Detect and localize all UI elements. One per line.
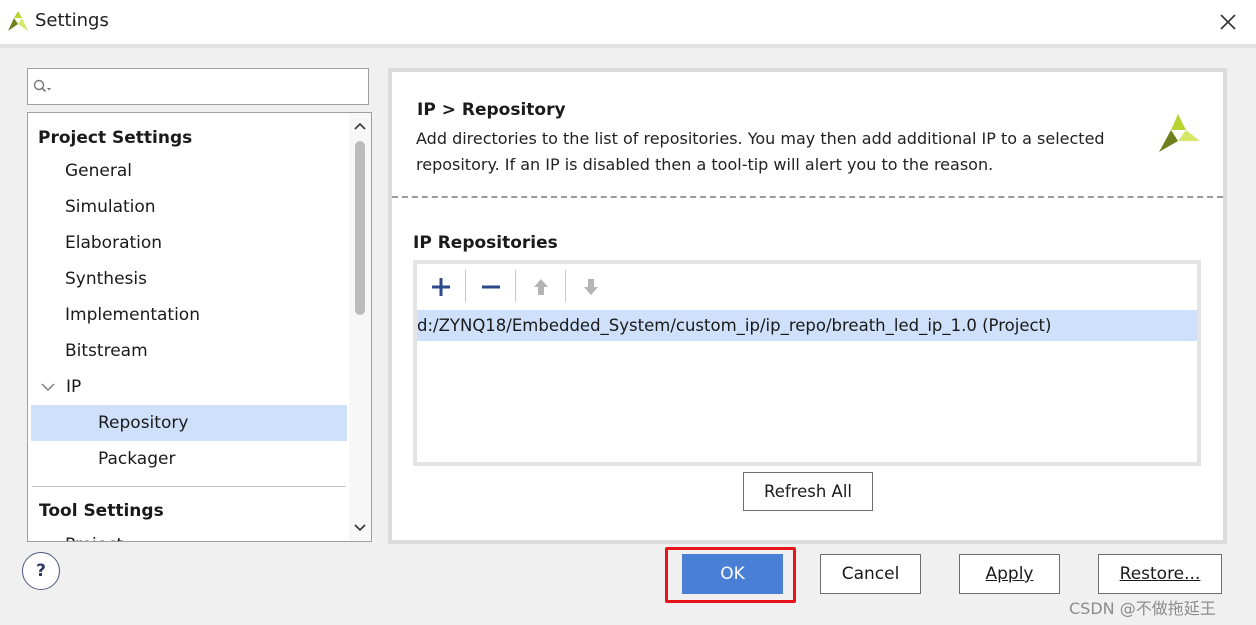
csdn-watermark: CSDN @不做拖延王 (1069, 599, 1216, 618)
vivado-logo-icon (1156, 110, 1202, 160)
close-icon (1220, 14, 1236, 30)
move-up-button[interactable] (524, 270, 558, 304)
apply-button[interactable]: Apply (959, 554, 1060, 594)
cancel-button[interactable]: Cancel (820, 554, 921, 594)
description-line-1: Add directories to the list of repositor… (416, 129, 1105, 148)
tree-item-implementation[interactable]: Implementation (65, 297, 371, 333)
content-panel: IP > Repository Add directories to the l… (388, 68, 1227, 544)
search-icon (33, 79, 53, 99)
add-repository-button[interactable] (424, 270, 458, 304)
page-title: IP > Repository (417, 100, 566, 120)
tree-divider (32, 486, 346, 487)
tree-scrollbar[interactable] (349, 113, 371, 541)
repo-toolbar (417, 264, 1197, 310)
description-line-2: repository. If an IP is disabled then a … (416, 155, 994, 174)
minus-icon (482, 285, 500, 289)
vivado-logo-icon (6, 10, 30, 36)
tree-item-simulation[interactable]: Simulation (65, 189, 371, 225)
help-button[interactable]: ? (22, 552, 60, 590)
toolbar-divider (465, 270, 466, 302)
tree-item-elaboration[interactable]: Elaboration (65, 225, 371, 261)
tree-header-project-settings: Project Settings (38, 128, 193, 148)
section-divider (392, 196, 1223, 198)
scroll-up-button[interactable] (349, 115, 371, 137)
toolbar-divider (515, 270, 516, 302)
move-down-button[interactable] (574, 270, 608, 304)
ok-button[interactable]: OK (682, 554, 783, 594)
scroll-down-button[interactable] (349, 517, 371, 539)
tree-item-ip[interactable]: IP (40, 369, 340, 405)
close-window-button[interactable] (1214, 8, 1242, 36)
tree-item-packager[interactable]: Packager (98, 441, 371, 477)
tree-item-ip-label: IP (66, 377, 82, 397)
toolbar-divider (565, 270, 566, 302)
ip-repositories-label: IP Repositories (413, 233, 558, 253)
scroll-thumb[interactable] (355, 141, 365, 315)
repository-row[interactable]: d:/ZYNQ18/Embedded_System/custom_ip/ip_r… (417, 310, 1197, 341)
chevron-up-icon (354, 122, 366, 130)
settings-search-input[interactable] (27, 68, 369, 105)
tree-item-synthesis[interactable]: Synthesis (65, 261, 371, 297)
chevron-down-icon (354, 524, 366, 532)
content-panel-inner: IP > Repository Add directories to the l… (392, 72, 1223, 540)
tree-item-repository-label: Repository (98, 413, 189, 433)
tree-item-general[interactable]: General (65, 153, 371, 189)
restore-button[interactable]: Restore... (1098, 554, 1222, 594)
arrow-up-icon (534, 279, 548, 295)
ip-repositories-list: d:/ZYNQ18/Embedded_System/custom_ip/ip_r… (413, 260, 1201, 466)
chevron-down-icon (41, 383, 55, 391)
remove-repository-button[interactable] (474, 270, 508, 304)
page-description: Add directories to the list of repositor… (416, 126, 1116, 178)
title-bar-divider (0, 44, 1256, 48)
arrow-down-icon (584, 279, 598, 295)
tree-item-bitstream[interactable]: Bitstream (65, 333, 371, 369)
tree-item-repository[interactable]: Repository (31, 405, 347, 441)
settings-tree: Project Settings General Simulation Elab… (27, 112, 372, 542)
window-title: Settings (35, 10, 109, 31)
tree-header-tool-settings: Tool Settings (39, 501, 164, 521)
plus-icon (432, 278, 450, 296)
tree-item-project-partial[interactable]: Project (65, 527, 371, 541)
refresh-all-button[interactable]: Refresh All (743, 472, 873, 511)
title-bar: Settings (0, 0, 1256, 44)
